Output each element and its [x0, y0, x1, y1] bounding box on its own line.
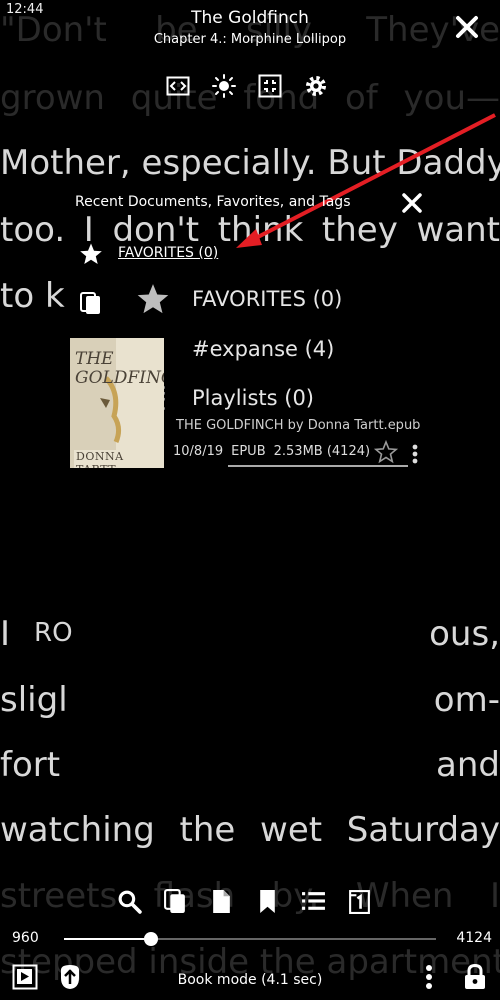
cover-title: THE GOLDFINCH — [75, 349, 164, 388]
file-size: 2.53MB (4124) — [273, 444, 371, 459]
file-meta: 10/8/19 EPUB 2.53MB (4124) — [173, 444, 370, 459]
lock-icon[interactable] — [462, 964, 488, 990]
book-line-fragment: ous, — [429, 614, 500, 654]
book-title: The Goldfinch — [191, 8, 309, 28]
table-of-contents-icon[interactable] — [301, 889, 326, 914]
book-line-fragment: fort — [0, 745, 61, 785]
book-text-background: "Don't be silly. They've grown quite fon… — [0, 0, 500, 1000]
cover-author: DONNA TARTT — [76, 450, 124, 468]
library-icon[interactable] — [163, 889, 188, 914]
page-number-icon[interactable] — [347, 889, 372, 914]
more-vertical-icon[interactable] — [416, 964, 442, 990]
star-icon[interactable] — [79, 242, 103, 266]
book-line-fragment: sligl — [0, 680, 68, 720]
chapter-title: Chapter 4.: Morphine Lollipop — [153, 32, 347, 47]
fullscreen-exit-icon[interactable] — [258, 74, 282, 98]
book-line-fragment: and — [436, 745, 500, 785]
page-icon[interactable] — [209, 889, 234, 914]
menu-item-expanse-tag[interactable]: #expanse (4) — [136, 332, 334, 366]
read-progress-line — [228, 465, 408, 467]
menu-item-label: FAVORITES (0) — [192, 287, 343, 311]
brightness-icon[interactable] — [212, 74, 236, 98]
star-icon — [136, 282, 170, 316]
library-icon[interactable] — [79, 291, 103, 315]
popup-close-icon[interactable] — [401, 192, 423, 214]
top-toolbar — [166, 74, 328, 98]
favorites-link[interactable]: FAVORITES (0) — [118, 245, 218, 261]
file-format: EPUB — [231, 444, 266, 459]
more-vertical-icon[interactable] — [409, 443, 421, 465]
page-slider[interactable] — [64, 932, 436, 946]
settings-icon[interactable] — [304, 74, 328, 98]
fit-width-icon[interactable] — [166, 74, 190, 98]
total-pages: 4124 — [456, 930, 492, 946]
popup-title: Recent Documents, Favorites, and Tags — [75, 194, 351, 210]
book-line: watching the wet Saturday — [0, 810, 500, 850]
file-name[interactable]: THE GOLDFINCH by Donna Tartt.epub — [176, 418, 420, 433]
current-page: 960 — [12, 930, 39, 946]
book-line: Mother, especially. But Daddy, — [0, 143, 500, 183]
book-line: too. I don't think they want — [0, 210, 500, 250]
file-date: 10/8/19 — [173, 444, 224, 459]
menu-item-label: Playlists (0) — [192, 386, 315, 410]
search-icon[interactable] — [117, 889, 142, 914]
bottom-toolbar — [117, 889, 372, 914]
book-cover[interactable]: THE GOLDFINCH DONNA TARTT — [70, 338, 164, 468]
menu-item-label: #expanse (4) — [192, 337, 335, 361]
slider-fill — [64, 938, 151, 940]
book-line-fragment: I — [0, 614, 11, 654]
slider-thumb[interactable] — [143, 932, 158, 946]
menu-item-favorites[interactable]: FAVORITES (0) — [136, 282, 342, 316]
book-line: to k — [0, 276, 65, 316]
book-line-fragment: RO — [34, 618, 73, 648]
bookmark-icon[interactable] — [255, 889, 280, 914]
close-icon[interactable] — [454, 14, 480, 40]
book-line-fragment: om- — [433, 680, 500, 720]
star-outline-icon[interactable] — [374, 440, 398, 464]
